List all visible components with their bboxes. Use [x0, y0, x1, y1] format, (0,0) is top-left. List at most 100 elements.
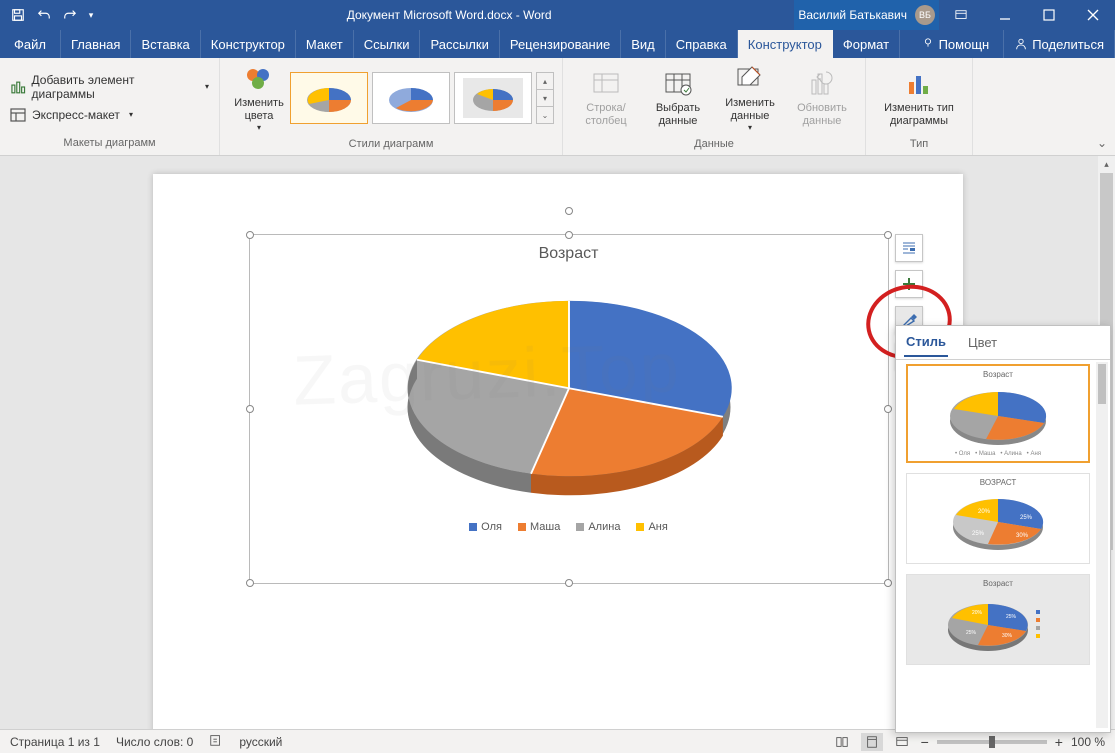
change-chart-type-button[interactable]: Изменить тип диаграммы	[874, 60, 964, 136]
chart-style-pane: Стиль Цвет Возраст • Оля • Маша • Алина …	[895, 325, 1111, 733]
svg-text:20%: 20%	[972, 610, 983, 616]
view-print-button[interactable]	[861, 733, 883, 751]
minimize-button[interactable]	[983, 0, 1027, 30]
svg-text:20%: 20%	[978, 509, 991, 515]
close-button[interactable]	[1071, 0, 1115, 30]
chart-style-3[interactable]	[454, 72, 532, 124]
user-name: Василий Батькавич	[798, 8, 907, 22]
resize-handle[interactable]	[884, 405, 892, 413]
resize-handle[interactable]	[565, 231, 573, 239]
tab-format[interactable]: Формат	[833, 30, 900, 58]
view-read-button[interactable]	[831, 733, 853, 751]
page[interactable]: Возраст	[153, 174, 963, 734]
zoom-in-button[interactable]: +	[1055, 734, 1063, 750]
layout-options-button[interactable]	[895, 234, 923, 262]
ribbon-tabs: Файл Главная Вставка Конструктор Макет С…	[0, 30, 1115, 58]
group-label-data: Данные	[563, 138, 865, 155]
zoom-slider[interactable]	[937, 740, 1047, 744]
chart-style-1[interactable]	[290, 72, 368, 124]
style-tab-style[interactable]: Стиль	[904, 328, 948, 357]
chart-elements-button[interactable]	[895, 270, 923, 298]
chart-object[interactable]: Возраст	[249, 234, 889, 584]
change-colors-button[interactable]: Изменить цвета▾	[228, 60, 290, 136]
legend-item[interactable]: Алина	[576, 521, 620, 533]
ribbon: Добавить элемент диаграммы▾ Экспресс-мак…	[0, 58, 1115, 156]
resize-handle[interactable]	[884, 231, 892, 239]
maximize-button[interactable]	[1027, 0, 1071, 30]
group-label-layouts: Макеты диаграмм	[0, 137, 219, 155]
rotate-handle[interactable]	[565, 207, 573, 215]
user-area[interactable]: Василий Батькавич ВБ	[794, 0, 939, 30]
group-chart-styles: Изменить цвета▾ ▴▾⌄ Стили диаграмм	[220, 58, 563, 155]
tab-layout[interactable]: Макет	[296, 30, 354, 58]
switch-row-column-button: Строка/ столбец	[571, 60, 641, 136]
tab-chart-design[interactable]: Конструктор	[738, 30, 833, 58]
save-button[interactable]	[6, 1, 30, 29]
group-data: Строка/ столбец Выбрать данные Изменить …	[563, 58, 866, 155]
document-title: Документ Microsoft Word.docx - Word	[104, 8, 794, 22]
add-chart-element-button[interactable]: Добавить элемент диаграммы▾	[10, 71, 209, 103]
titlebar: ▾ Документ Microsoft Word.docx - Word Ва…	[0, 0, 1115, 30]
tab-insert[interactable]: Вставка	[131, 30, 200, 58]
chart-style-2[interactable]	[372, 72, 450, 124]
legend-item[interactable]: Маша	[518, 521, 560, 533]
undo-button[interactable]	[32, 1, 56, 29]
resize-handle[interactable]	[246, 405, 254, 413]
style-option-3[interactable]: Возраст 25%30%25%20%	[906, 574, 1090, 665]
qat-customize-button[interactable]: ▾	[84, 1, 98, 29]
svg-text:25%: 25%	[1020, 515, 1033, 521]
style-tab-color[interactable]: Цвет	[966, 329, 999, 356]
svg-text:30%: 30%	[1016, 533, 1029, 539]
redo-button[interactable]	[58, 1, 82, 29]
collapse-ribbon-button[interactable]: ⌄	[1097, 136, 1107, 150]
chart-title[interactable]: Возраст	[250, 235, 888, 263]
tab-file[interactable]: Файл	[0, 30, 61, 58]
group-chart-layouts: Добавить элемент диаграммы▾ Экспресс-мак…	[0, 58, 220, 155]
tab-mailings[interactable]: Рассылки	[420, 30, 499, 58]
group-type: Изменить тип диаграммы Тип	[866, 58, 973, 155]
tab-view[interactable]: Вид	[621, 30, 666, 58]
group-label-type: Тип	[866, 138, 972, 155]
quick-layout-button[interactable]: Экспресс-макет▾	[10, 105, 133, 125]
style-pane-scrollbar[interactable]	[1096, 362, 1108, 728]
view-web-button[interactable]	[891, 733, 913, 751]
window-controls	[939, 0, 1115, 30]
select-data-button[interactable]: Выбрать данные	[643, 60, 713, 136]
tab-review[interactable]: Рецензирование	[500, 30, 621, 58]
user-avatar: ВБ	[915, 5, 935, 25]
quick-access-toolbar: ▾	[0, 1, 104, 29]
resize-handle[interactable]	[246, 579, 254, 587]
chart-legend[interactable]: Оля Маша Алина Аня	[250, 521, 888, 533]
status-words[interactable]: Число слов: 0	[116, 735, 193, 749]
gallery-scroll[interactable]: ▴▾⌄	[536, 72, 554, 124]
resize-handle[interactable]	[565, 579, 573, 587]
legend-item[interactable]: Аня	[636, 521, 667, 533]
legend-item[interactable]: Оля	[469, 521, 502, 533]
resize-handle[interactable]	[884, 579, 892, 587]
tab-help[interactable]: Справка	[666, 30, 738, 58]
status-language[interactable]: русский	[239, 735, 282, 749]
style-list: Возраст • Оля • Маша • Алина • Аня ВОЗРА…	[902, 360, 1094, 726]
ribbon-display-button[interactable]	[939, 0, 983, 30]
status-spellcheck-icon[interactable]	[209, 733, 223, 750]
style-pane-tabs: Стиль Цвет	[896, 326, 1110, 360]
refresh-data-button: Обновить данные	[787, 60, 857, 136]
style-option-1[interactable]: Возраст • Оля • Маша • Алина • Аня	[906, 364, 1090, 463]
chart-styles-gallery: ▴▾⌄	[290, 72, 554, 124]
svg-text:25%: 25%	[972, 531, 985, 537]
zoom-level[interactable]: 100 %	[1071, 735, 1105, 749]
group-label-styles: Стили диаграмм	[220, 138, 562, 155]
zoom-out-button[interactable]: −	[921, 734, 929, 750]
svg-text:30%: 30%	[1002, 633, 1013, 639]
status-page[interactable]: Страница 1 из 1	[10, 735, 100, 749]
pie-chart[interactable]	[379, 273, 759, 513]
tab-share[interactable]: Поделиться	[1004, 30, 1115, 58]
tab-references[interactable]: Ссылки	[354, 30, 421, 58]
tab-home[interactable]: Главная	[61, 30, 131, 58]
resize-handle[interactable]	[246, 231, 254, 239]
tab-designer[interactable]: Конструктор	[201, 30, 296, 58]
style-option-2[interactable]: ВОЗРАСТ 25%30%25%20%	[906, 473, 1090, 564]
edit-data-button[interactable]: Изменить данные▾	[715, 60, 785, 136]
tab-tell-me[interactable]: Помощн	[907, 30, 1005, 58]
svg-text:25%: 25%	[966, 630, 977, 636]
